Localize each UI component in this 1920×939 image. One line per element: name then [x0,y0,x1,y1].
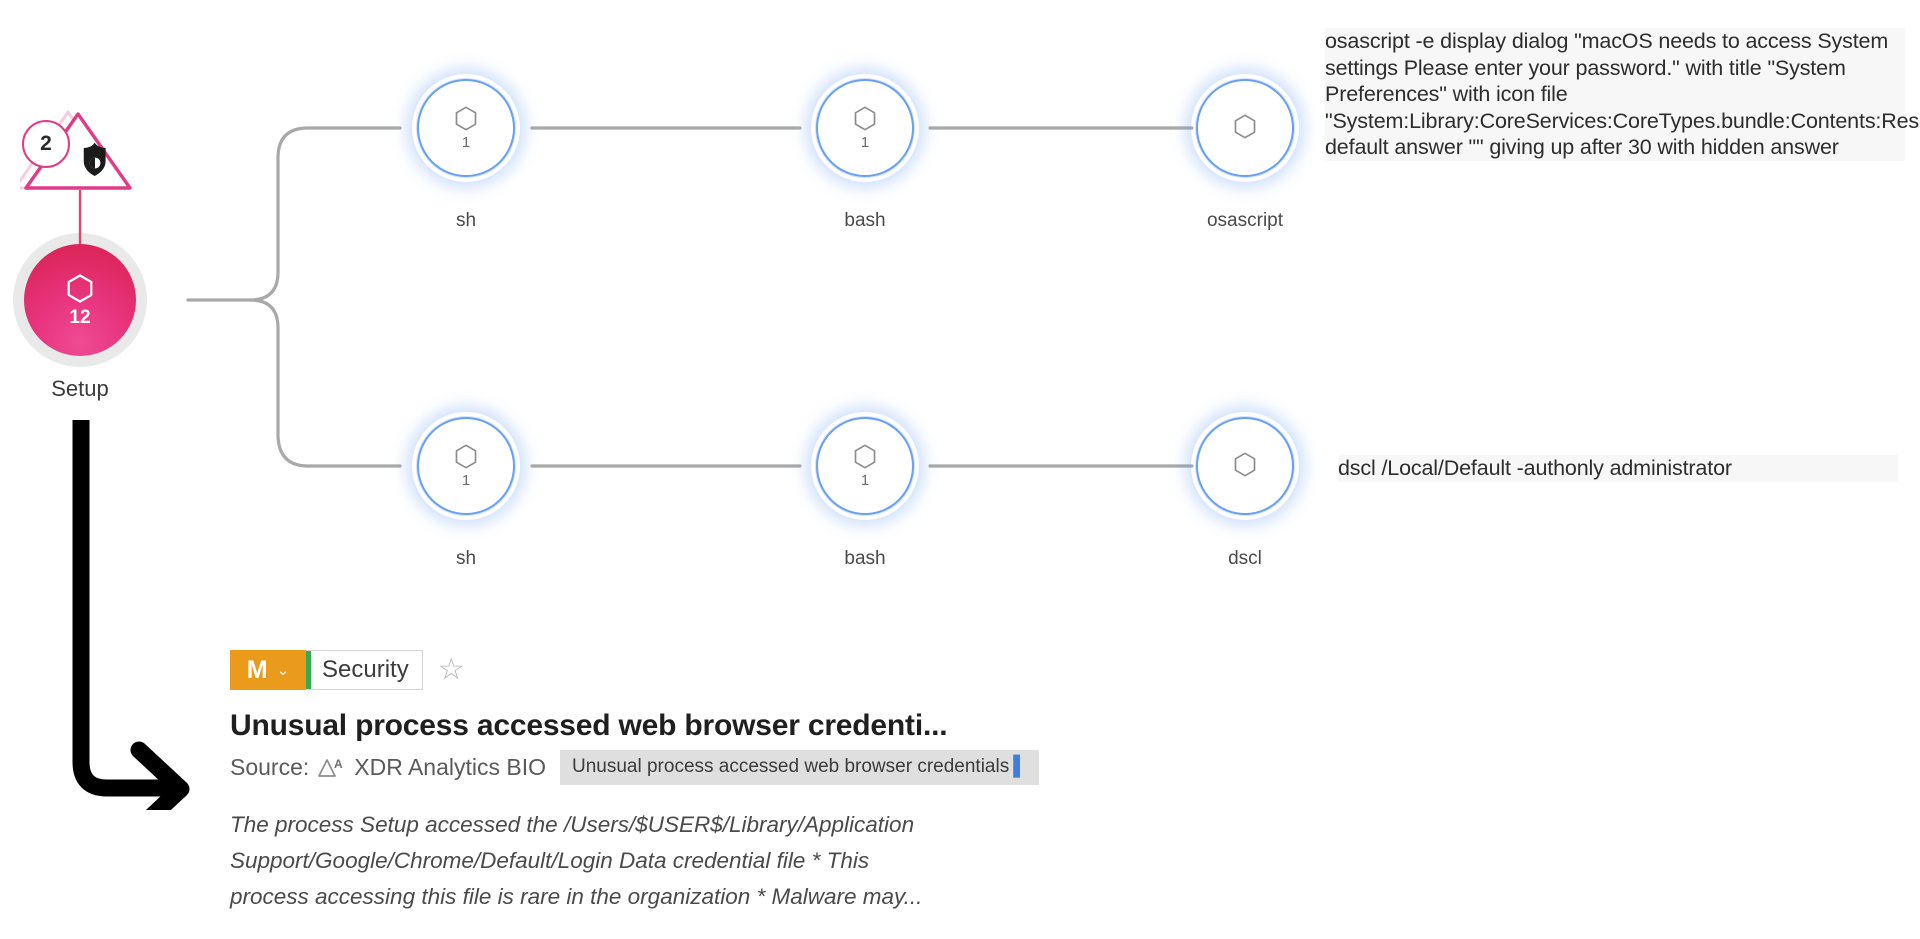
category-badge[interactable]: Security [306,650,423,690]
alert-title-tooltip: Unusual process accessed web browser cre… [560,750,1039,785]
hexagon-process-icon [455,444,477,469]
alert-source-row: Source: A XDR Analytics BIO Unusual proc… [230,750,1060,785]
severity-badge[interactable]: M ⌄ [230,650,306,690]
node-circle [1196,417,1294,515]
node-count: 12 [69,306,91,328]
star-outline-icon[interactable]: ☆ [438,655,465,685]
hexagon-process-icon [1234,451,1256,477]
source-label: Source: [230,754,310,780]
process-node-label-osascript: osascript [1206,210,1284,231]
alert-card[interactable]: M ⌄ Security ☆ Unusual process accessed … [230,650,1060,915]
chevron-down-icon: ⌄ [276,662,290,679]
tooltip-text: Unusual process accessed web browser cre… [572,756,1010,777]
process-node-label-bash-top: bash [844,210,886,231]
node-circle: 1 [816,79,914,177]
process-node-setup[interactable]: 12 [13,233,147,367]
process-node-label-sh-top: sh [455,210,477,231]
process-node-sh-bottom[interactable]: 1 [417,417,515,515]
command-line-text: dscl /Local/Default -authonly administra… [1338,456,1732,480]
category-label: Security [322,656,409,683]
edge-root-to-sh-top [248,126,402,302]
node-circle [1196,79,1294,177]
alert-badge-setup[interactable]: 2 [20,104,140,196]
process-node-label-setup: Setup [51,376,109,401]
node-circle: 1 [417,417,515,515]
command-line-text: osascript -e display dialog "macOS needs… [1325,29,1920,159]
severity-letter: M [246,655,268,684]
hexagon-process-icon [1234,113,1256,139]
edge-root-to-sh-bottom [248,298,402,468]
node-circle: 12 [24,244,136,356]
text-caret-icon: ▌ [1013,756,1027,777]
xdr-analytics-icon: A [318,756,345,780]
node-circle: 1 [417,79,515,177]
alert-title[interactable]: Unusual process accessed web browser cre… [230,709,1060,743]
process-node-label-bash-bottom: bash [844,548,886,569]
alert-badge-count: 2 [22,120,70,168]
process-node-bash-bottom[interactable]: 1 [816,417,914,515]
source-value: XDR Analytics BIO [354,754,546,780]
node-count: 1 [461,472,471,489]
hexagon-process-icon [67,273,93,303]
alert-card-header: M ⌄ Security ☆ [230,650,1060,690]
node-count: 1 [860,472,870,489]
process-node-sh-top[interactable]: 1 [417,79,515,177]
hexagon-process-icon [854,106,876,131]
process-node-bash-top[interactable]: 1 [816,79,914,177]
bent-down-right-arrow-icon [55,410,205,837]
node-count: 1 [860,134,870,151]
node-circle: 1 [816,417,914,515]
hexagon-process-icon [854,444,876,469]
process-node-label-sh-bottom: sh [455,548,477,569]
node-count: 1 [461,134,471,151]
command-line-dscl: dscl /Local/Default -authonly administra… [1338,455,1898,482]
process-node-label-dscl: dscl [1228,548,1262,569]
svg-text:A: A [334,757,343,771]
process-node-osascript[interactable] [1196,79,1294,177]
alert-description: The process Setup accessed the /Users/$U… [230,812,923,909]
process-node-dscl[interactable] [1196,417,1294,515]
hexagon-process-icon [455,106,477,131]
causality-chain-canvas: 12 Setup 2 1 sh 1 bash osascript osascri… [0,0,1920,939]
command-line-osascript: osascript -e display dialog "macOS needs… [1325,28,1920,161]
